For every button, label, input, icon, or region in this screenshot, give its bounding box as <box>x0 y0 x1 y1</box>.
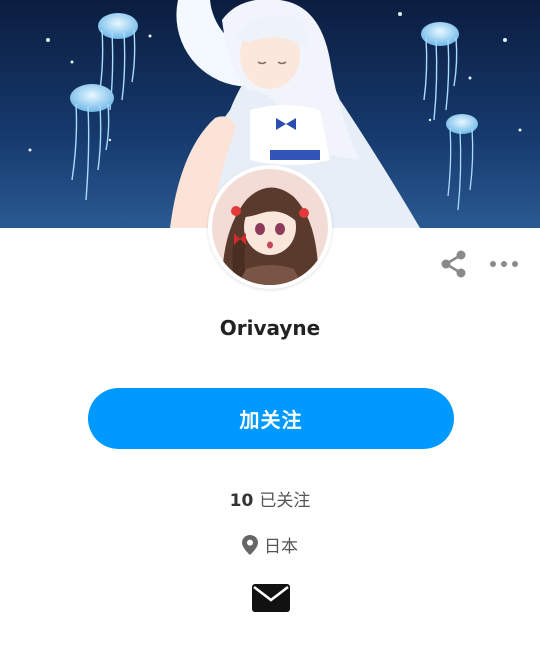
message-button[interactable] <box>252 584 290 612</box>
avatar[interactable] <box>208 165 332 289</box>
share-icon <box>441 250 466 278</box>
location-row: 日本 <box>0 532 540 557</box>
more-button[interactable] <box>486 246 522 282</box>
location-pin-icon <box>242 534 258 555</box>
share-button[interactable] <box>436 246 472 282</box>
following-stat[interactable]: 10 已关注 <box>0 486 540 511</box>
follow-button[interactable]: 加关注 <box>88 388 454 449</box>
following-label: 已关注 <box>259 491 311 511</box>
location-text: 日本 <box>264 537 298 557</box>
username: Orivayne <box>219 316 321 340</box>
envelope-icon <box>252 584 290 612</box>
following-count: 10 <box>229 491 254 511</box>
more-icon <box>490 261 518 267</box>
